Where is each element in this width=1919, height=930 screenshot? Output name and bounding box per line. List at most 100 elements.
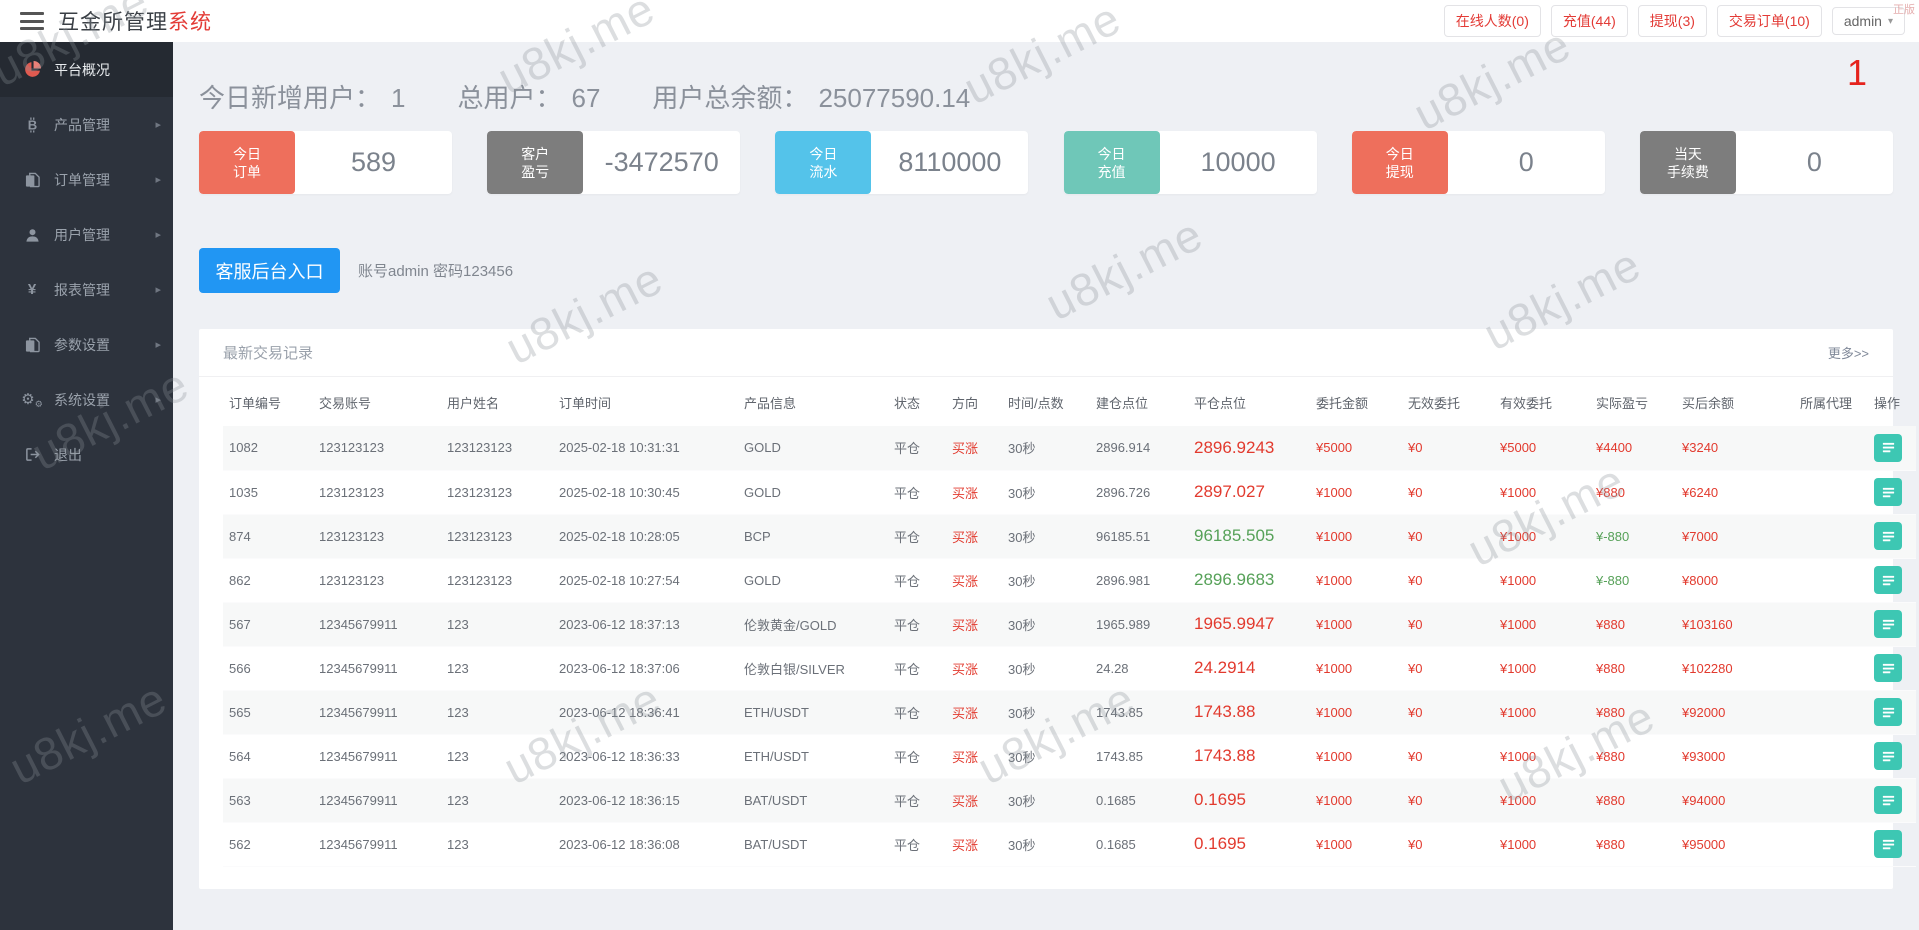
sidebar-item-label: 退出 [54,446,82,463]
cell-account: 12345679911 [319,836,398,852]
cell-id: 874 [229,528,251,544]
row-detail-button[interactable] [1874,610,1902,638]
stat-card-customer-pnl: 客户 盈亏 -3472570 [487,131,741,194]
user-icon [22,227,42,243]
app-title-main: 互金所管理 [58,11,168,34]
sidebar-item-menu-2[interactable]: 订单管理 ▸ [0,152,173,207]
cell-product: BAT/USDT [744,792,808,808]
hamburger-menu-icon[interactable] [20,12,44,30]
cell-time: 2023-06-12 18:37:13 [559,616,680,632]
cell-balance: ¥92000 [1682,704,1726,720]
table-header-row: 订单编号 交易账号 用户姓名 订单时间 产品信息 状态 方向 时间/点数 建仓点位 平仓点位 委托金… [223,377,1916,426]
cell-id: 562 [229,836,251,852]
cell-close: 2897.027 [1194,482,1265,501]
column-header-invalid: 无效委托 [1408,396,1461,411]
cell-time: 2025-02-18 10:30:45 [559,484,680,500]
service-backend-button[interactable]: 客服后台入口 [199,248,340,293]
sidebar-item-menu-3[interactable]: 用户管理 ▸ [0,207,173,262]
cell-agent [1794,646,1868,690]
cell-balance: ¥3240 [1682,440,1719,456]
cell-balance: ¥102280 [1682,660,1733,676]
service-entry-row: 客服后台入口 账号admin 密码123456 [199,248,1893,293]
user-menu-label: admin [1843,13,1882,29]
cell-product: GOLD [744,572,781,588]
cell-direction: 买涨 [952,573,979,589]
cell-id: 862 [229,572,251,588]
more-link[interactable]: 更多>> [1828,343,1869,362]
column-header-profit: 实际盈亏 [1596,396,1649,411]
cell-profit: ¥880 [1596,792,1625,808]
cell-valid: ¥1000 [1500,572,1537,588]
sidebar-item-menu-5[interactable]: 参数设置 ▸ [0,317,173,372]
sidebar-item-menu-1[interactable]: B 产品管理 ▸ [0,97,173,152]
cell-account: 12345679911 [319,704,398,720]
row-detail-button[interactable] [1874,830,1902,858]
cell-product: 伦敦黄金/GOLD [744,617,837,633]
cell-valid: ¥1000 [1500,836,1537,852]
cell-profit: ¥880 [1596,704,1625,720]
cell-id: 567 [229,616,251,632]
stat-card-value: -3472570 [604,147,719,177]
stat-card-today-fee: 当天 手续费 0 [1639,131,1893,194]
cell-id: 566 [229,660,251,676]
cell-close: 96185.505 [1194,526,1275,545]
cell-time: 2023-06-12 18:36:15 [559,792,680,808]
row-detail-button[interactable] [1874,786,1902,814]
stat-card-label: 当天 手续费 [1639,131,1736,194]
cell-status: 平仓 [894,529,921,545]
row-detail-button[interactable] [1874,522,1902,550]
cell-open: 0.1685 [1096,836,1136,852]
cell-status: 平仓 [894,749,921,765]
cell-account: 123123123 [319,440,385,456]
cell-time: 2025-02-18 10:28:05 [559,528,680,544]
sidebar-item-menu-6[interactable]: ⚙⚙ 系统设置 ▸ [0,372,173,427]
overview-stat: 今日新增用户： 1 [199,83,406,113]
cell-account: 123123123 [319,528,385,544]
yen-icon: ¥ [27,281,37,298]
svg-text:B: B [27,117,36,132]
sidebar-item-logout[interactable]: 退出 [0,427,173,482]
cell-action [1868,646,1916,690]
row-detail-button[interactable] [1874,742,1902,770]
stat-card-label: 今日 充值 [1063,131,1160,194]
sidebar-item-label: 参数设置 [54,336,110,353]
cell-balance: ¥7000 [1682,528,1719,544]
row-detail-button[interactable] [1874,566,1902,594]
panel-header: 最新交易记录 更多>> [199,329,1893,377]
cell-name: 123 [447,748,469,764]
cell-close: 0.1695 [1194,790,1246,809]
sidebar-item-menu-4[interactable]: ¥ 报表管理 ▸ [0,262,173,317]
header-link[interactable]: 交易订单(10) [1716,5,1822,37]
row-detail-button[interactable] [1874,478,1902,506]
row-detail-button[interactable] [1874,433,1902,462]
stat-card-value: 0 [1806,147,1822,177]
cell-balance: ¥93000 [1682,748,1726,764]
cell-agent [1794,426,1868,470]
cell-account: 12345679911 [319,748,398,764]
cell-close: 0.1695 [1194,834,1246,853]
cell-amount: ¥5000 [1316,440,1353,456]
sidebar-item-overview[interactable]: 平台概况 [0,42,173,97]
row-detail-button[interactable] [1874,698,1902,726]
header-link[interactable]: 在线人数(0) [1443,5,1541,37]
logout-icon [22,447,42,462]
cell-action [1868,426,1916,470]
cell-close: 2896.9683 [1194,570,1275,589]
cell-duration: 30秒 [1008,837,1036,853]
main-content: 今日新增用户： 1 总用户： 67 用户总余额： 25077590.14 今日 订单 589 客… [173,42,1919,930]
cell-invalid: ¥0 [1408,616,1423,632]
latest-trades-panel: 最新交易记录 更多>> 订单编号 交易账号 用户姓名 订单时间 产品信息 状态 方向 时间/点… [199,329,1916,889]
cell-status: 平仓 [894,661,921,677]
header-link[interactable]: 充值(44) [1550,5,1628,37]
cell-product: BAT/USDT [744,836,808,852]
stat-card-today-orders: 今日 订单 589 [199,131,452,194]
trades-table: 订单编号 交易账号 用户姓名 订单时间 产品信息 状态 方向 时间/点数 建仓点位 平仓点位 委托金… [223,377,1916,867]
row-detail-button[interactable] [1874,654,1902,682]
cell-account: 12345679911 [319,660,398,676]
bitcoin-icon: B [22,117,42,133]
chevron-right-icon: ▸ [155,119,161,131]
table-row: 565 12345679911 123 2023-06-12 18:36:41 ETH/… [223,690,1916,734]
cell-action [1868,822,1916,866]
table-row: 564 12345679911 123 2023-06-12 18:36:33 ETH/… [223,734,1916,778]
header-link[interactable]: 提现(3) [1637,5,1707,37]
